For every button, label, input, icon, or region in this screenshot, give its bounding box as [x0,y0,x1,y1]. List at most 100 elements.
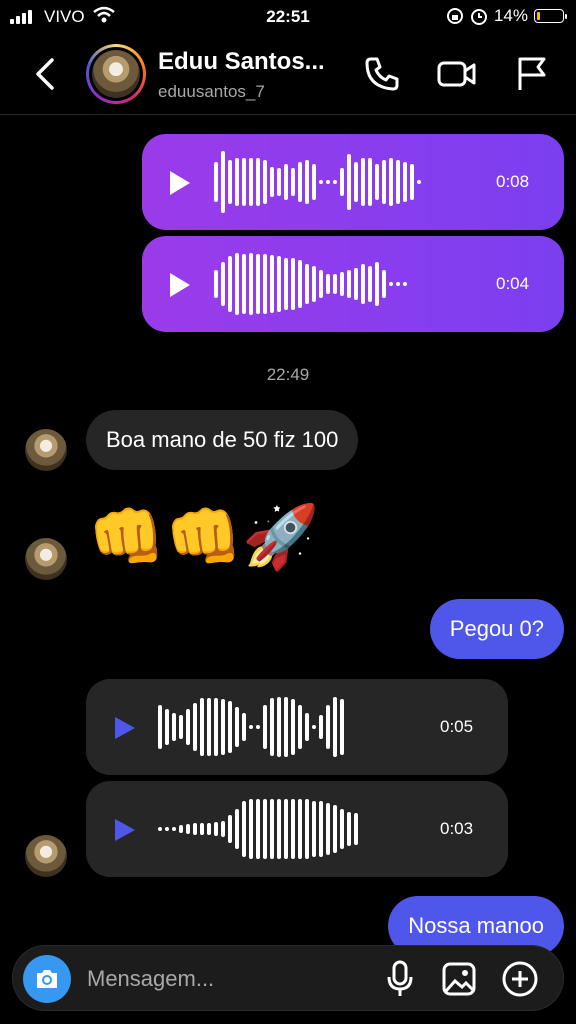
waveform-bar [270,167,274,197]
play-icon[interactable] [114,716,136,740]
waveform-bar [179,715,183,739]
waveform-bar [305,160,309,204]
waveform-bar [298,162,302,202]
sent-text-message[interactable]: Pegou 0? [429,599,564,659]
waveform-bar [333,697,337,757]
waveform-bar [214,698,218,756]
waveform-bar [305,713,309,741]
waveform-bar [340,809,344,849]
received-audio-message[interactable]: 0:03 [86,781,508,877]
flag-icon[interactable] [514,54,550,94]
waveform-bar [207,823,211,835]
waveform-bar [193,703,197,751]
audio-waveform[interactable] [158,679,344,775]
audio-waveform[interactable] [214,236,407,332]
waveform-bar [270,698,274,756]
waveform-bar [382,270,386,298]
play-icon[interactable] [168,272,192,298]
waveform-bar [410,164,414,200]
waveform-bar [179,825,183,833]
waveform-bar [214,822,218,836]
status-bar: VIVO 22:51 14% [0,0,576,34]
contact-name[interactable]: Eduu Santos... [158,48,325,76]
waveform-bar [389,158,393,206]
sender-avatar[interactable] [25,429,67,471]
waveform-bar [368,266,372,302]
waveform-bar [158,705,162,749]
waveform-bar [270,255,274,313]
waveform-bar [375,164,379,200]
waveform-bar [291,699,295,755]
waveform-bar [270,799,274,859]
camera-button[interactable] [23,955,71,1003]
waveform-bar [298,799,302,859]
waveform-bar [256,799,260,859]
waveform-bar [347,812,351,846]
waveform-bar [361,264,365,304]
my-audio-message[interactable]: 0:08 [142,134,564,230]
add-icon[interactable] [501,960,539,998]
back-chevron-icon[interactable] [30,54,64,94]
received-text-message[interactable]: Boa mano de 50 fiz 100 [86,410,359,470]
waveform-bar [207,698,211,756]
waveform-bar [396,282,400,286]
audio-waveform[interactable] [214,134,421,230]
chat-header: Eduu Santos... eduusantos_7 [0,34,576,115]
waveform-bar [228,160,232,204]
audio-duration: 0:03 [440,819,474,838]
waveform-bar [319,270,323,298]
microphone-icon[interactable] [385,960,415,998]
waveform-bar [186,824,190,834]
camera-icon [37,970,57,988]
waveform-bar [235,809,239,849]
waveform-bar [214,162,218,202]
contact-username[interactable]: eduusantos_7 [158,82,265,102]
waveform-bar [417,180,421,184]
waveform-bar [396,160,400,204]
profile-avatar[interactable] [86,44,146,104]
message-input[interactable]: Mensagem... [87,966,214,992]
play-icon[interactable] [168,170,192,196]
waveform-bar [221,821,225,837]
video-icon[interactable] [436,54,478,94]
battery-percent: 14% [493,6,528,25]
waveform-bar [256,158,260,206]
waveform-bar [333,180,337,184]
waveform-bar [200,698,204,756]
waveform-bar [256,254,260,314]
waveform-bar [291,168,295,196]
audio-duration: 0:05 [440,717,474,736]
waveform-bar [312,725,316,729]
waveform-bar [284,697,288,757]
waveform-bar [291,258,295,310]
waveform-bar [228,815,232,843]
sender-avatar[interactable] [25,538,67,580]
gallery-icon[interactable] [441,961,477,997]
waveform-bar [235,158,239,206]
sender-avatar[interactable] [25,835,67,877]
waveform-bar [277,697,281,757]
waveform-bar [354,813,358,845]
waveform-bar [319,715,323,739]
waveform-bar [354,162,358,202]
audio-waveform[interactable] [158,781,358,877]
waveform-bar [340,168,344,196]
waveform-bar [326,274,330,294]
waveform-bar [165,827,169,831]
waveform-bar [333,274,337,294]
waveform-bar [249,799,253,859]
waveform-bar [347,270,351,298]
waveform-bar [382,160,386,204]
waveform-bar [326,803,330,855]
waveform-bar [312,801,316,857]
received-emoji-message[interactable]: 👊👊🚀 [88,498,320,578]
waveform-bar [403,282,407,286]
waveform-bar [326,705,330,749]
phone-icon[interactable] [362,54,402,94]
waveform-bar [242,254,246,314]
waveform-bar [228,701,232,753]
my-audio-message[interactable]: 0:04 [142,236,564,332]
received-audio-message[interactable]: 0:05 [86,679,508,775]
play-icon[interactable] [114,818,136,842]
waveform-bar [305,799,309,859]
